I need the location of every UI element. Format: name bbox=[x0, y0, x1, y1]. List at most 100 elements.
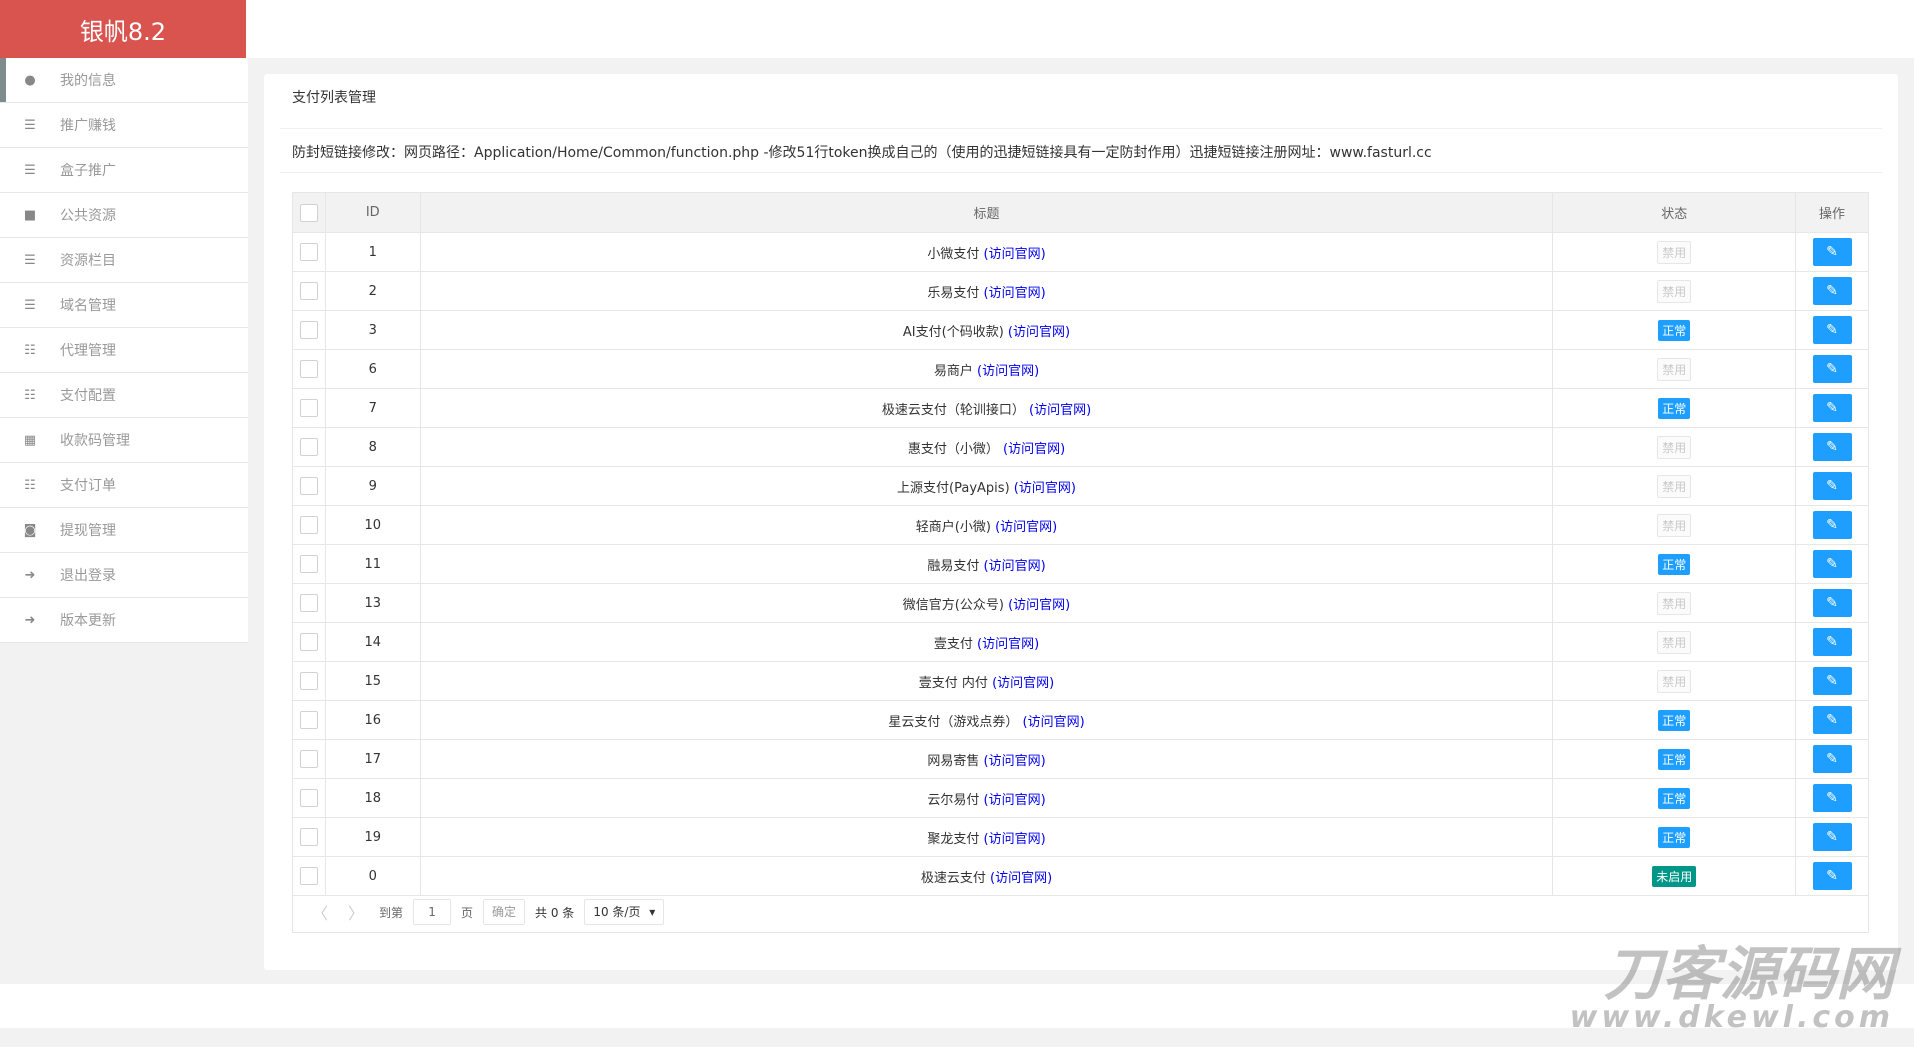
row-checkbox[interactable] bbox=[300, 633, 318, 651]
edit-button[interactable]: ✎ bbox=[1813, 823, 1852, 851]
row-checkbox[interactable] bbox=[300, 789, 318, 807]
visit-site-link[interactable]: (访问官网) bbox=[984, 832, 1046, 847]
edit-button[interactable]: ✎ bbox=[1813, 550, 1852, 578]
edit-button[interactable]: ✎ bbox=[1813, 511, 1852, 539]
edit-button[interactable]: ✎ bbox=[1813, 433, 1852, 461]
sidebar-item[interactable]: ■公共资源 bbox=[0, 193, 248, 238]
row-actions-cell: ✎ bbox=[1796, 740, 1869, 779]
edit-button[interactable]: ✎ bbox=[1813, 277, 1852, 305]
sidebar-item[interactable]: ☰资源栏目 bbox=[0, 238, 248, 283]
row-checkbox[interactable] bbox=[300, 399, 318, 417]
visit-site-link[interactable]: (访问官网) bbox=[1014, 481, 1076, 496]
status-badge[interactable]: 禁用 bbox=[1657, 436, 1691, 459]
visit-site-link[interactable]: (访问官网) bbox=[1029, 403, 1091, 418]
sidebar-item[interactable]: ▦收款码管理 bbox=[0, 418, 248, 463]
sidebar-item[interactable]: ➜版本更新 bbox=[0, 598, 248, 643]
edit-button[interactable]: ✎ bbox=[1813, 667, 1852, 695]
edit-button[interactable]: ✎ bbox=[1813, 316, 1852, 344]
visit-site-link[interactable]: (访问官网) bbox=[1003, 442, 1065, 457]
row-checkbox[interactable] bbox=[300, 828, 318, 846]
sidebar-item[interactable]: ☷代理管理 bbox=[0, 328, 248, 373]
row-checkbox[interactable] bbox=[300, 516, 318, 534]
status-badge[interactable]: 正常 bbox=[1658, 320, 1690, 341]
status-badge[interactable]: 禁用 bbox=[1657, 241, 1691, 264]
row-checkbox[interactable] bbox=[300, 438, 318, 456]
edit-button[interactable]: ✎ bbox=[1813, 472, 1852, 500]
row-checkbox[interactable] bbox=[300, 594, 318, 612]
list-ul-icon: ☷ bbox=[0, 478, 60, 493]
status-badge[interactable]: 禁用 bbox=[1657, 358, 1691, 381]
sidebar-item[interactable]: ☷支付配置 bbox=[0, 373, 248, 418]
edit-button[interactable]: ✎ bbox=[1813, 628, 1852, 656]
visit-site-link[interactable]: (访问官网) bbox=[984, 286, 1046, 301]
row-checkbox[interactable] bbox=[300, 672, 318, 690]
visit-site-link[interactable]: (访问官网) bbox=[1008, 325, 1070, 340]
row-checkbox[interactable] bbox=[300, 477, 318, 495]
status-badge[interactable]: 正常 bbox=[1658, 788, 1690, 809]
edit-button[interactable]: ✎ bbox=[1813, 745, 1852, 773]
visit-site-link[interactable]: (访问官网) bbox=[984, 793, 1046, 808]
per-page-select[interactable]: 10 条/页▾ bbox=[584, 899, 664, 925]
prev-page-button[interactable]: 〈 bbox=[307, 900, 333, 924]
sidebar-item[interactable]: ☷支付订单 bbox=[0, 463, 248, 508]
next-page-button[interactable]: 〉 bbox=[343, 900, 369, 924]
edit-button[interactable]: ✎ bbox=[1813, 238, 1852, 266]
status-badge[interactable]: 正常 bbox=[1658, 710, 1690, 731]
visit-site-link[interactable]: (访问官网) bbox=[984, 559, 1046, 574]
row-select-cell bbox=[293, 740, 326, 779]
visit-site-link[interactable]: (访问官网) bbox=[1023, 715, 1085, 730]
visit-site-link[interactable]: (访问官网) bbox=[984, 754, 1046, 769]
visit-site-link[interactable]: (访问官网) bbox=[977, 364, 1039, 379]
sidebar-item[interactable]: ☰域名管理 bbox=[0, 283, 248, 328]
status-badge[interactable]: 禁用 bbox=[1657, 670, 1691, 693]
row-actions-cell: ✎ bbox=[1796, 506, 1869, 545]
page-input[interactable]: 1 bbox=[413, 899, 451, 925]
status-badge[interactable]: 禁用 bbox=[1657, 631, 1691, 654]
status-badge[interactable]: 禁用 bbox=[1657, 280, 1691, 303]
row-checkbox[interactable] bbox=[300, 750, 318, 768]
pencil-icon: ✎ bbox=[1826, 244, 1838, 260]
sidebar-item[interactable]: ➜退出登录 bbox=[0, 553, 248, 598]
sidebar-item[interactable]: ☰推广赚钱 bbox=[0, 103, 248, 148]
edit-button[interactable]: ✎ bbox=[1813, 394, 1852, 422]
visit-site-link[interactable]: (访问官网) bbox=[1008, 598, 1070, 613]
row-id: 0 bbox=[326, 857, 421, 896]
row-status-cell: 正常 bbox=[1553, 701, 1796, 740]
confirm-page-button[interactable]: 确定 bbox=[483, 899, 525, 925]
visit-site-link[interactable]: (访问官网) bbox=[977, 637, 1039, 652]
status-badge[interactable]: 禁用 bbox=[1657, 514, 1691, 537]
row-checkbox[interactable] bbox=[300, 243, 318, 261]
visit-site-link[interactable]: (访问官网) bbox=[984, 247, 1046, 262]
status-badge[interactable]: 禁用 bbox=[1657, 475, 1691, 498]
pencil-icon: ✎ bbox=[1826, 751, 1838, 767]
visit-site-link[interactable]: (访问官网) bbox=[992, 676, 1054, 691]
visit-site-link[interactable]: (访问官网) bbox=[990, 871, 1052, 886]
edit-button[interactable]: ✎ bbox=[1813, 589, 1852, 617]
row-checkbox[interactable] bbox=[300, 321, 318, 339]
edit-button[interactable]: ✎ bbox=[1813, 706, 1852, 734]
status-badge[interactable]: 正常 bbox=[1658, 827, 1690, 848]
row-status-cell: 禁用 bbox=[1553, 623, 1796, 662]
status-badge[interactable]: 未启用 bbox=[1652, 866, 1696, 887]
row-checkbox[interactable] bbox=[300, 711, 318, 729]
status-badge[interactable]: 正常 bbox=[1658, 749, 1690, 770]
pencil-icon: ✎ bbox=[1826, 673, 1838, 689]
status-badge[interactable]: 正常 bbox=[1658, 398, 1690, 419]
edit-button[interactable]: ✎ bbox=[1813, 784, 1852, 812]
sidebar-item[interactable]: ◙提现管理 bbox=[0, 508, 248, 553]
row-status-cell: 禁用 bbox=[1553, 662, 1796, 701]
row-title-cell: 壹支付 (访问官网) bbox=[420, 623, 1553, 662]
status-badge[interactable]: 正常 bbox=[1658, 554, 1690, 575]
row-checkbox[interactable] bbox=[300, 867, 318, 885]
select-all-checkbox[interactable] bbox=[300, 204, 318, 222]
status-badge[interactable]: 禁用 bbox=[1657, 592, 1691, 615]
sidebar-item[interactable]: ☰盒子推广 bbox=[0, 148, 248, 193]
row-status-cell: 未启用 bbox=[1553, 857, 1796, 896]
sidebar-item[interactable]: ●我的信息 bbox=[0, 58, 248, 103]
row-checkbox[interactable] bbox=[300, 555, 318, 573]
row-checkbox[interactable] bbox=[300, 282, 318, 300]
edit-button[interactable]: ✎ bbox=[1813, 355, 1852, 383]
visit-site-link[interactable]: (访问官网) bbox=[995, 520, 1057, 535]
edit-button[interactable]: ✎ bbox=[1813, 862, 1852, 890]
row-checkbox[interactable] bbox=[300, 360, 318, 378]
